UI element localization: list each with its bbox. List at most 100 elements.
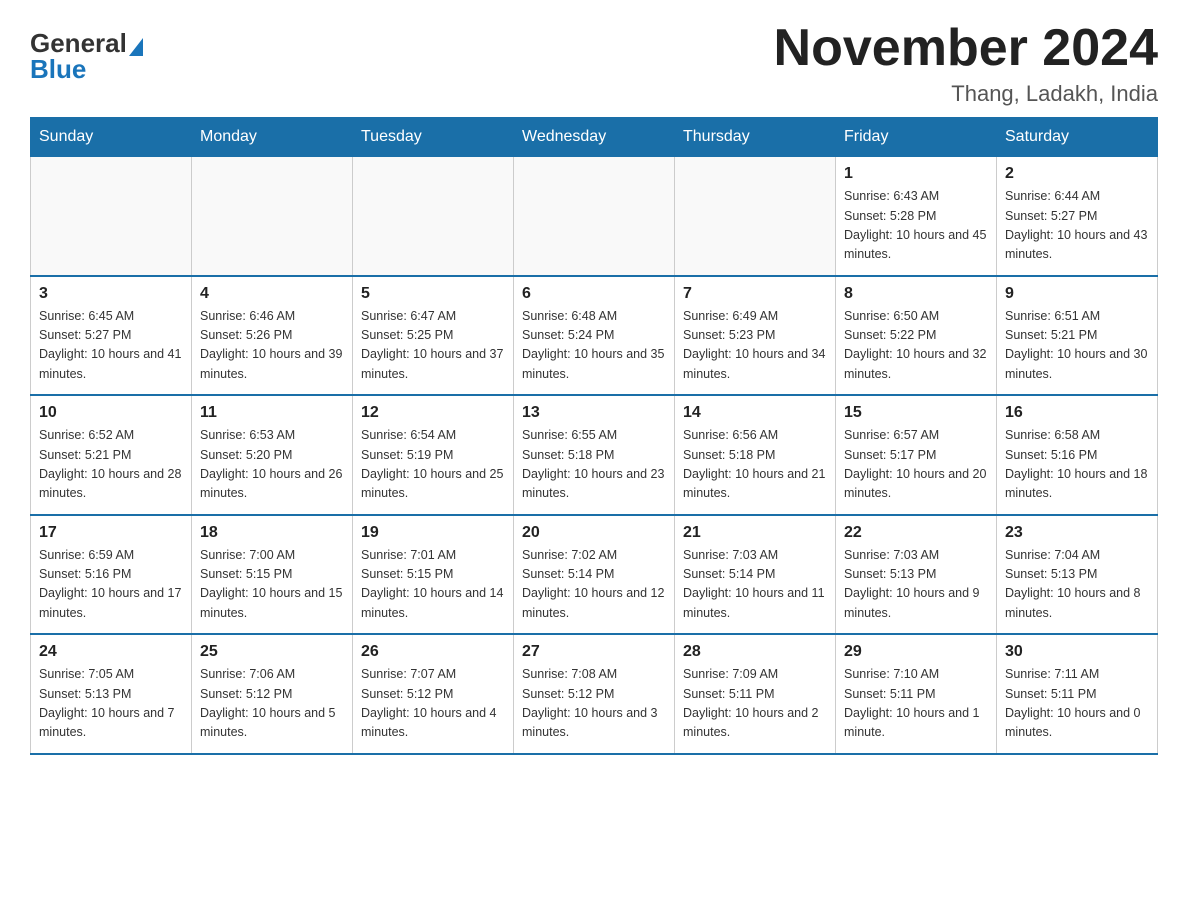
calendar-cell: 16 Sunrise: 6:58 AMSunset: 5:16 PMDayligh…	[997, 395, 1158, 515]
day-info: Sunrise: 6:50 AMSunset: 5:22 PMDaylight:…	[844, 307, 988, 385]
day-info: Sunrise: 6:48 AMSunset: 5:24 PMDaylight:…	[522, 307, 666, 385]
day-number: 18	[200, 524, 344, 542]
calendar-cell: 1 Sunrise: 6:43 AMSunset: 5:28 PMDaylight…	[836, 157, 997, 276]
calendar-cell: 10 Sunrise: 6:52 AMSunset: 5:21 PMDayligh…	[31, 395, 192, 515]
weekday-header-monday: Monday	[192, 118, 353, 157]
calendar-cell: 15 Sunrise: 6:57 AMSunset: 5:17 PMDayligh…	[836, 395, 997, 515]
day-number: 6	[522, 285, 666, 303]
day-info: Sunrise: 6:57 AMSunset: 5:17 PMDaylight:…	[844, 426, 988, 504]
day-number: 5	[361, 285, 505, 303]
calendar-cell: 13 Sunrise: 6:55 AMSunset: 5:18 PMDayligh…	[514, 395, 675, 515]
calendar-cell: 11Sunrise: 6:53 AMSunset: 5:20 PMDayligh…	[192, 395, 353, 515]
day-number: 12	[361, 404, 505, 422]
day-info: Sunrise: 7:03 AMSunset: 5:13 PMDaylight:…	[844, 546, 988, 624]
calendar-cell: 7Sunrise: 6:49 AMSunset: 5:23 PMDaylight…	[675, 276, 836, 396]
day-number: 19	[361, 524, 505, 542]
month-year-title: November 2024	[774, 20, 1158, 77]
day-number: 25	[200, 643, 344, 661]
title-block: November 2024 Thang, Ladakh, India	[774, 20, 1158, 107]
calendar-cell: 18 Sunrise: 7:00 AMSunset: 5:15 PMDayligh…	[192, 515, 353, 635]
day-number: 28	[683, 643, 827, 661]
day-info: Sunrise: 6:53 AMSunset: 5:20 PMDaylight:…	[200, 426, 344, 504]
calendar-cell: 19 Sunrise: 7:01 AMSunset: 5:15 PMDayligh…	[353, 515, 514, 635]
calendar-cell: 21Sunrise: 7:03 AMSunset: 5:14 PMDayligh…	[675, 515, 836, 635]
calendar-table: SundayMondayTuesdayWednesdayThursdayFrid…	[30, 117, 1158, 755]
calendar-week-row: 1 Sunrise: 6:43 AMSunset: 5:28 PMDaylight…	[31, 157, 1158, 276]
calendar-cell: 4 Sunrise: 6:46 AMSunset: 5:26 PMDaylight…	[192, 276, 353, 396]
calendar-cell: 26 Sunrise: 7:07 AMSunset: 5:12 PMDayligh…	[353, 634, 514, 754]
day-number: 27	[522, 643, 666, 661]
day-number: 29	[844, 643, 988, 661]
day-info: Sunrise: 7:04 AMSunset: 5:13 PMDaylight:…	[1005, 546, 1149, 624]
day-info: Sunrise: 6:45 AMSunset: 5:27 PMDaylight:…	[39, 307, 183, 385]
logo-general-text: General	[30, 30, 127, 56]
day-info: Sunrise: 6:46 AMSunset: 5:26 PMDaylight:…	[200, 307, 344, 385]
logo-triangle-icon	[129, 38, 143, 56]
day-number: 30	[1005, 643, 1149, 661]
calendar-week-row: 3 Sunrise: 6:45 AMSunset: 5:27 PMDaylight…	[31, 276, 1158, 396]
day-info: Sunrise: 6:47 AMSunset: 5:25 PMDaylight:…	[361, 307, 505, 385]
calendar-cell: 5 Sunrise: 6:47 AMSunset: 5:25 PMDaylight…	[353, 276, 514, 396]
calendar-cell: 27Sunrise: 7:08 AMSunset: 5:12 PMDayligh…	[514, 634, 675, 754]
day-number: 16	[1005, 404, 1149, 422]
weekday-header-friday: Friday	[836, 118, 997, 157]
calendar-cell: 29Sunrise: 7:10 AMSunset: 5:11 PMDayligh…	[836, 634, 997, 754]
day-info: Sunrise: 6:43 AMSunset: 5:28 PMDaylight:…	[844, 187, 988, 265]
day-number: 14	[683, 404, 827, 422]
day-number: 15	[844, 404, 988, 422]
day-info: Sunrise: 6:49 AMSunset: 5:23 PMDaylight:…	[683, 307, 827, 385]
calendar-cell	[192, 157, 353, 276]
calendar-cell: 30Sunrise: 7:11 AMSunset: 5:11 PMDayligh…	[997, 634, 1158, 754]
day-info: Sunrise: 7:09 AMSunset: 5:11 PMDaylight:…	[683, 665, 827, 743]
calendar-cell: 14 Sunrise: 6:56 AMSunset: 5:18 PMDayligh…	[675, 395, 836, 515]
day-number: 17	[39, 524, 183, 542]
weekday-header-wednesday: Wednesday	[514, 118, 675, 157]
day-info: Sunrise: 6:52 AMSunset: 5:21 PMDaylight:…	[39, 426, 183, 504]
day-info: Sunrise: 7:02 AMSunset: 5:14 PMDaylight:…	[522, 546, 666, 624]
location-subtitle: Thang, Ladakh, India	[774, 81, 1158, 107]
day-info: Sunrise: 7:01 AMSunset: 5:15 PMDaylight:…	[361, 546, 505, 624]
calendar-cell: 17 Sunrise: 6:59 AMSunset: 5:16 PMDayligh…	[31, 515, 192, 635]
calendar-cell: 2 Sunrise: 6:44 AMSunset: 5:27 PMDaylight…	[997, 157, 1158, 276]
day-number: 24	[39, 643, 183, 661]
day-info: Sunrise: 6:56 AMSunset: 5:18 PMDaylight:…	[683, 426, 827, 504]
logo: General Blue	[30, 30, 143, 83]
day-number: 3	[39, 285, 183, 303]
weekday-header-tuesday: Tuesday	[353, 118, 514, 157]
day-number: 21	[683, 524, 827, 542]
calendar-cell: 6 Sunrise: 6:48 AMSunset: 5:24 PMDaylight…	[514, 276, 675, 396]
calendar-cell	[353, 157, 514, 276]
calendar-cell: 23 Sunrise: 7:04 AMSunset: 5:13 PMDayligh…	[997, 515, 1158, 635]
day-number: 2	[1005, 165, 1149, 183]
day-number: 23	[1005, 524, 1149, 542]
calendar-cell: 3 Sunrise: 6:45 AMSunset: 5:27 PMDaylight…	[31, 276, 192, 396]
day-number: 10	[39, 404, 183, 422]
day-number: 1	[844, 165, 988, 183]
calendar-cell	[675, 157, 836, 276]
calendar-week-row: 17 Sunrise: 6:59 AMSunset: 5:16 PMDayligh…	[31, 515, 1158, 635]
day-info: Sunrise: 6:44 AMSunset: 5:27 PMDaylight:…	[1005, 187, 1149, 265]
day-info: Sunrise: 7:05 AMSunset: 5:13 PMDaylight:…	[39, 665, 183, 743]
day-info: Sunrise: 7:00 AMSunset: 5:15 PMDaylight:…	[200, 546, 344, 624]
calendar-cell	[514, 157, 675, 276]
day-number: 4	[200, 285, 344, 303]
calendar-cell: 12Sunrise: 6:54 AMSunset: 5:19 PMDayligh…	[353, 395, 514, 515]
day-info: Sunrise: 7:07 AMSunset: 5:12 PMDaylight:…	[361, 665, 505, 743]
day-info: Sunrise: 6:55 AMSunset: 5:18 PMDaylight:…	[522, 426, 666, 504]
day-number: 8	[844, 285, 988, 303]
day-number: 22	[844, 524, 988, 542]
day-number: 13	[522, 404, 666, 422]
page-header: General Blue November 2024 Thang, Ladakh…	[30, 20, 1158, 107]
day-info: Sunrise: 6:59 AMSunset: 5:16 PMDaylight:…	[39, 546, 183, 624]
weekday-header-saturday: Saturday	[997, 118, 1158, 157]
calendar-cell: 8 Sunrise: 6:50 AMSunset: 5:22 PMDaylight…	[836, 276, 997, 396]
day-info: Sunrise: 6:58 AMSunset: 5:16 PMDaylight:…	[1005, 426, 1149, 504]
weekday-header-sunday: Sunday	[31, 118, 192, 157]
calendar-cell	[31, 157, 192, 276]
calendar-cell: 20Sunrise: 7:02 AMSunset: 5:14 PMDayligh…	[514, 515, 675, 635]
calendar-cell: 24 Sunrise: 7:05 AMSunset: 5:13 PMDayligh…	[31, 634, 192, 754]
calendar-week-row: 24 Sunrise: 7:05 AMSunset: 5:13 PMDayligh…	[31, 634, 1158, 754]
day-number: 26	[361, 643, 505, 661]
weekday-header-row: SundayMondayTuesdayWednesdayThursdayFrid…	[31, 118, 1158, 157]
calendar-cell: 25Sunrise: 7:06 AMSunset: 5:12 PMDayligh…	[192, 634, 353, 754]
